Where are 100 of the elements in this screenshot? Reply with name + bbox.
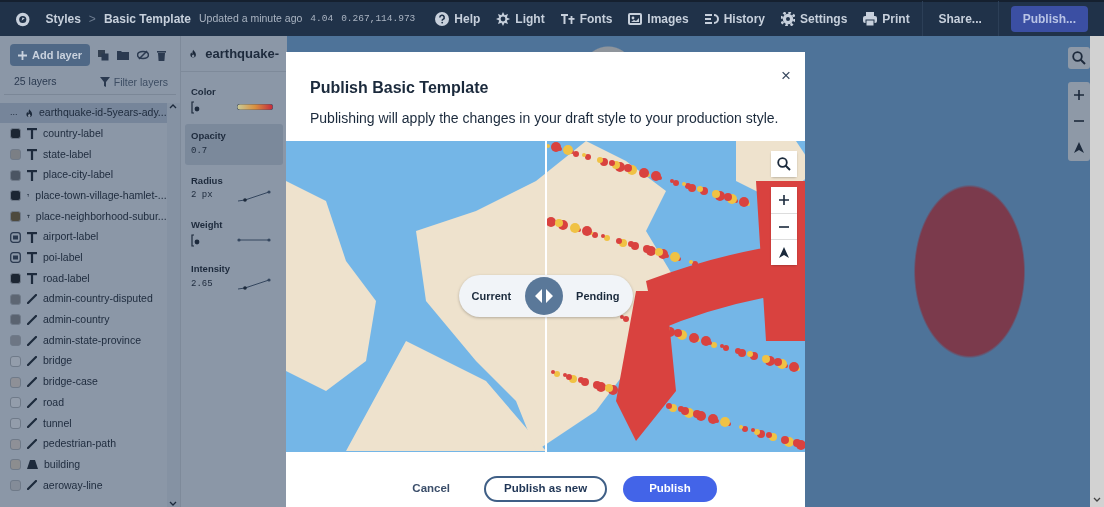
window-scrollbar[interactable] xyxy=(1090,36,1104,507)
compass-icon xyxy=(779,247,789,258)
close-button[interactable]: × xyxy=(781,67,791,84)
layer-item[interactable]: country-label xyxy=(0,123,167,145)
layer-item[interactable]: building xyxy=(0,454,167,476)
property-item[interactable]: Color xyxy=(185,80,283,121)
style-title: Basic Template xyxy=(103,11,192,28)
menu-button[interactable]: History xyxy=(704,10,765,28)
layer-item[interactable]: aeroway-line xyxy=(0,475,167,496)
layer-item[interactable]: state-label xyxy=(0,144,167,165)
filter-layers-button[interactable]: Filter layers xyxy=(99,76,168,87)
share-button[interactable]: Share... xyxy=(938,10,982,28)
property-label: Weight xyxy=(191,217,224,232)
chevron-up-icon xyxy=(169,102,178,109)
plus-icon xyxy=(779,195,789,205)
layer-item[interactable]: bridge xyxy=(0,351,167,372)
search-icon xyxy=(1072,51,1086,65)
folder-icon[interactable] xyxy=(117,49,130,61)
dialog-button[interactable]: Publish xyxy=(623,476,717,502)
layer-title: earthquake- xyxy=(205,44,279,63)
menu-button[interactable]: Light xyxy=(496,10,545,28)
text-size-icon xyxy=(560,12,575,26)
breadcrumb-separator: > xyxy=(88,11,96,28)
zoom-out-button[interactable] xyxy=(771,213,797,239)
menu-button[interactable]: Help xyxy=(435,10,481,28)
add-layer-button[interactable]: Add layer xyxy=(10,44,91,66)
layer-item[interactable]: admin-country xyxy=(0,309,167,331)
layer-item[interactable]: road-label xyxy=(0,268,167,289)
plus-icon xyxy=(18,50,27,60)
property-item[interactable]: Intensity 2.65 xyxy=(185,257,283,298)
property-label: Color xyxy=(191,85,217,99)
dialog-message: Publishing will apply the changes in your draft style to your production style. xyxy=(309,109,780,128)
icon-swatch xyxy=(10,252,21,264)
search-button[interactable] xyxy=(771,151,797,177)
menu-button[interactable]: Settings xyxy=(781,10,848,28)
printer-icon xyxy=(863,12,878,26)
left-right-arrows-icon xyxy=(534,289,553,303)
menu-button[interactable]: Print xyxy=(863,10,910,28)
menu-button[interactable]: Fonts xyxy=(560,10,613,28)
line-type-icon xyxy=(27,439,37,450)
layer-item[interactable]: poi-label xyxy=(0,247,167,269)
compass-icon xyxy=(1074,142,1084,153)
flame-icon xyxy=(24,107,33,119)
text-type-icon xyxy=(27,231,37,243)
layer-item[interactable]: place-city-label xyxy=(0,164,167,186)
filter-icon xyxy=(99,76,110,87)
settings-icon xyxy=(781,12,795,26)
publish-button[interactable]: Publish... xyxy=(1010,6,1088,32)
text-type-icon xyxy=(27,148,37,160)
pending-label: Pending xyxy=(576,288,620,304)
layer-item[interactable]: ... earthquake-id-5years-ady... xyxy=(0,102,167,124)
layer-item[interactable]: bridge-case xyxy=(0,371,167,393)
line-type-icon xyxy=(27,356,37,367)
current-label: Current xyxy=(471,288,512,304)
layer-item[interactable]: place-neighborhood-subur... xyxy=(0,206,167,227)
image-icon xyxy=(628,12,643,26)
property-label: Intensity xyxy=(191,262,232,276)
flame-icon xyxy=(189,47,198,60)
scrollbar[interactable] xyxy=(166,102,180,507)
layer-item[interactable]: road xyxy=(0,392,167,414)
drag-handle[interactable]: ... xyxy=(10,106,19,120)
search-icon xyxy=(777,157,791,171)
property-item[interactable]: Opacity 0.7 xyxy=(185,124,283,165)
map-coordinates: 0.267,114.973 xyxy=(341,11,416,26)
layer-item[interactable]: admin-country-disputed xyxy=(0,288,167,310)
dialog-title: Publish Basic Template xyxy=(310,78,489,98)
layer-item[interactable]: admin-state-province xyxy=(0,330,167,351)
duplicate-icon[interactable] xyxy=(98,49,110,61)
delete-icon[interactable] xyxy=(157,49,167,61)
line-type-icon xyxy=(27,377,37,388)
update-status: Updated a minute ago xyxy=(199,11,303,27)
color-ramp xyxy=(237,104,273,111)
dialog-button[interactable]: Publish as new xyxy=(484,476,608,502)
layer-item[interactable]: tunnel xyxy=(0,413,167,434)
chevron-down-icon xyxy=(1093,497,1101,503)
chevron-down-icon xyxy=(169,501,178,507)
function-icon xyxy=(191,100,201,114)
zoom-curve xyxy=(237,237,271,243)
help-icon xyxy=(435,12,450,26)
property-label: Radius xyxy=(191,173,224,188)
line-type-icon xyxy=(27,294,37,305)
zoom-level: 4.04 xyxy=(310,11,334,26)
line-type-icon xyxy=(27,480,37,491)
layer-item[interactable]: place-town-village-hamlet-... xyxy=(0,185,167,207)
logo-icon[interactable] xyxy=(16,10,30,28)
property-item[interactable]: Weight xyxy=(185,212,283,253)
hide-icon[interactable] xyxy=(137,49,150,61)
zoom-in-button[interactable] xyxy=(771,187,797,213)
property-value: 0.7 xyxy=(191,144,208,158)
compass-button[interactable] xyxy=(771,239,797,265)
breadcrumb-link[interactable]: Styles xyxy=(45,10,81,28)
function-icon xyxy=(191,233,201,247)
slider-handle[interactable] xyxy=(524,277,563,315)
line-type-icon xyxy=(27,418,37,429)
dialog-button[interactable]: Cancel xyxy=(394,476,469,502)
property-item[interactable]: Radius 2 px xyxy=(185,168,283,209)
layer-item[interactable]: pedestrian-path xyxy=(0,433,167,455)
text-type-icon xyxy=(27,169,37,181)
layer-item[interactable]: airport-label xyxy=(0,226,167,248)
menu-button[interactable]: Images xyxy=(628,10,689,28)
